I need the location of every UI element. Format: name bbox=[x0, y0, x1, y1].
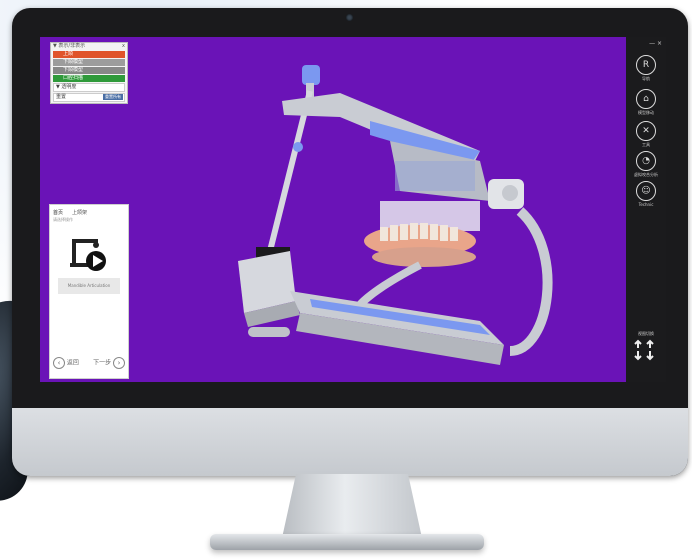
bite-analysis-icon: ◔ bbox=[636, 151, 656, 171]
wizard-subtitle: 请选择操作 bbox=[53, 217, 73, 222]
window-controls[interactable]: — × bbox=[649, 40, 662, 47]
toolbar-nav-button[interactable]: R 导航 bbox=[634, 55, 658, 82]
prev-button[interactable]: ‹ 返回 bbox=[53, 357, 79, 369]
layer-panel: ▼ 表示/非表示 x 上颌 下颌模型 下颌模型 口腔扫描 ▼ 透明度 重置 重置… bbox=[50, 42, 128, 104]
opacity-label: ▼ 透明度 bbox=[56, 84, 77, 90]
app-screen: ▼ 表示/非表示 x 上颌 下颌模型 下颌模型 口腔扫描 ▼ 透明度 重置 重置… bbox=[40, 37, 666, 382]
reset-label: 重置 bbox=[56, 94, 67, 100]
view-arrows-icon[interactable] bbox=[632, 339, 656, 361]
toolbar-tools-label: 工具 bbox=[642, 142, 650, 147]
tools-icon: ✕ bbox=[636, 121, 656, 141]
toolbar-technic-label: Technic bbox=[638, 202, 654, 207]
layer-panel-header[interactable]: ▼ 表示/非表示 x bbox=[51, 43, 127, 50]
toolbar-technic-button[interactable]: ☺ Technic bbox=[634, 181, 658, 207]
next-label: 下一步 bbox=[93, 359, 112, 367]
layer-item-mandible[interactable]: 下颌模型 bbox=[53, 59, 125, 66]
monitor-base bbox=[210, 534, 484, 550]
arrow-left-icon: ‹ bbox=[53, 357, 65, 369]
layer-item-scan[interactable]: 口腔扫描 bbox=[53, 75, 125, 82]
technic-icon: ☺ bbox=[636, 181, 656, 201]
toolbar-nav-label: 导航 bbox=[642, 76, 650, 81]
incisal-pin-knob bbox=[302, 65, 320, 85]
layer-item-maxilla[interactable]: 上颌 bbox=[53, 51, 125, 58]
toolbar-move-label: 模型移动 bbox=[638, 110, 654, 115]
toolbar-tools-button[interactable]: ✕ 工具 bbox=[634, 121, 658, 148]
reset-row: 重置 重置所有 bbox=[53, 93, 125, 102]
toolbar-analysis-label: 虚拟咬合分析 bbox=[634, 172, 658, 177]
toolbar-analysis-button[interactable]: ◔ 虚拟咬合分析 bbox=[634, 151, 658, 178]
next-button[interactable]: 下一步 › bbox=[93, 357, 125, 369]
wizard-title: 首页 bbox=[53, 210, 64, 216]
navigation-icon: R bbox=[636, 55, 656, 75]
toolbar-move-button[interactable]: ⌂ 模型移动 bbox=[634, 89, 658, 116]
monitor-chin bbox=[12, 408, 688, 476]
wizard-step-title: 上颌架 bbox=[72, 210, 88, 216]
prev-label: 返回 bbox=[66, 359, 79, 367]
close-icon[interactable]: x bbox=[122, 43, 125, 50]
webcam-icon bbox=[346, 14, 353, 21]
model-move-icon: ⌂ bbox=[636, 89, 656, 109]
view-switch[interactable]: 视图切换 bbox=[632, 331, 660, 365]
right-toolbar: — × R 导航 ⌂ 模型移动 ✕ 工具 ◔ 虚拟咬合分析 ☺ Technic … bbox=[626, 37, 666, 382]
wizard-tag: Mandible Articulation bbox=[58, 278, 120, 294]
view-switch-label: 视图切换 bbox=[638, 331, 654, 336]
reset-all-button[interactable]: 重置所有 bbox=[103, 94, 123, 100]
arrow-right-icon: › bbox=[113, 357, 125, 369]
opacity-row[interactable]: ▼ 透明度 bbox=[53, 83, 125, 92]
monitor-stand bbox=[282, 474, 422, 538]
articulator-play-icon[interactable] bbox=[68, 233, 110, 275]
articulator-3d-model[interactable] bbox=[220, 51, 560, 371]
base-knob bbox=[248, 327, 290, 337]
curved-support bbox=[509, 207, 553, 356]
wizard-panel: 首页 上颌架 请选择操作 Mandible Articulation ‹ 返回 … bbox=[49, 204, 129, 379]
layer-item-mandible-model[interactable]: 下颌模型 bbox=[53, 67, 125, 74]
layer-panel-title: ▼ 表示/非表示 bbox=[53, 43, 86, 49]
